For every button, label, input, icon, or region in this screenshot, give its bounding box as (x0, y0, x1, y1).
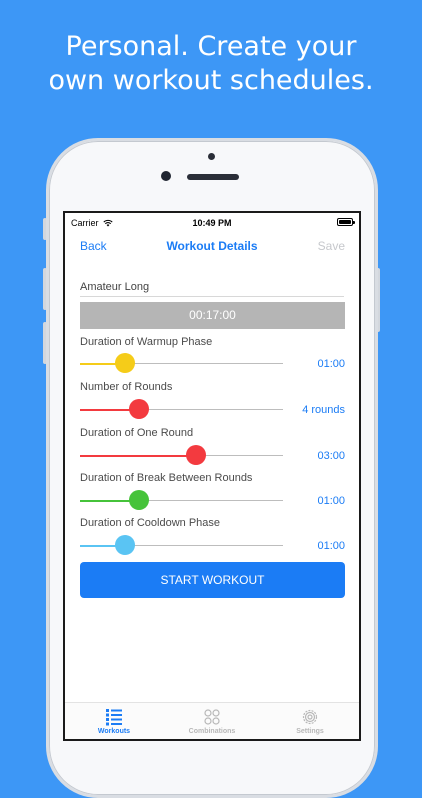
total-duration-display: 00:17:00 (80, 302, 345, 329)
page-title: Workout Details (166, 239, 258, 253)
tab-settings-label: Settings (296, 728, 324, 735)
tab-bar: Workouts Combinations Settings (65, 702, 359, 739)
status-time: 10:49 PM (192, 218, 232, 228)
headline-line-1: Personal. Create your (65, 31, 357, 62)
phone-camera (161, 171, 171, 181)
workout-name-field[interactable] (80, 278, 344, 297)
rounds-value: 4 rounds (302, 404, 345, 416)
combinations-icon (204, 709, 220, 725)
rounds-label: Number of Rounds (80, 381, 173, 393)
round-duration-slider-track[interactable] (80, 445, 283, 465)
warmup-slider-thumb[interactable] (114, 353, 135, 373)
round-duration-slider-thumb[interactable] (185, 445, 206, 465)
list-icon (106, 709, 122, 726)
warmup-slider-track[interactable] (80, 353, 283, 373)
status-bar: Carrier 10:49 PM (65, 213, 359, 233)
save-button[interactable]: Save (318, 239, 345, 253)
cooldown-value: 01:00 (317, 540, 345, 552)
cooldown-slider-track[interactable] (80, 535, 283, 555)
gear-icon (302, 709, 318, 725)
phone-speaker (187, 174, 239, 180)
round-duration-label: Duration of One Round (80, 427, 194, 439)
round-duration-slider-fill (80, 454, 196, 457)
battery-icon (337, 218, 355, 226)
round-duration-value: 03:00 (317, 450, 345, 462)
warmup-value: 01:00 (317, 358, 345, 370)
headline-line-2: own workout schedules. (48, 65, 374, 96)
warmup-label: Duration of Warmup Phase (80, 336, 213, 348)
break-value: 01:00 (317, 495, 345, 507)
tab-combinations-label: Combinations (188, 728, 236, 735)
rounds-slider-track[interactable] (80, 399, 283, 419)
break-slider-thumb[interactable] (128, 490, 149, 510)
navigation-bar: Back Workout Details Save (65, 233, 359, 259)
tab-workouts-label: Workouts (97, 728, 131, 735)
break-label: Duration of Break Between Rounds (80, 472, 253, 484)
cooldown-label: Duration of Cooldown Phase (80, 517, 221, 529)
rounds-slider-thumb[interactable] (128, 399, 149, 419)
phone-sensor (208, 153, 215, 160)
tab-settings[interactable]: Settings (261, 703, 359, 739)
tab-workouts[interactable]: Workouts (65, 703, 163, 739)
start-workout-button[interactable]: START WORKOUT (80, 562, 345, 598)
tab-combinations[interactable]: Combinations (163, 703, 261, 739)
break-slider-track[interactable] (80, 490, 283, 510)
app-screen: Carrier 10:49 PM Back Workout Details Sa… (63, 211, 361, 741)
headline: Personal. Create your own workout schedu… (0, 30, 422, 98)
cooldown-slider-thumb[interactable] (114, 535, 135, 555)
